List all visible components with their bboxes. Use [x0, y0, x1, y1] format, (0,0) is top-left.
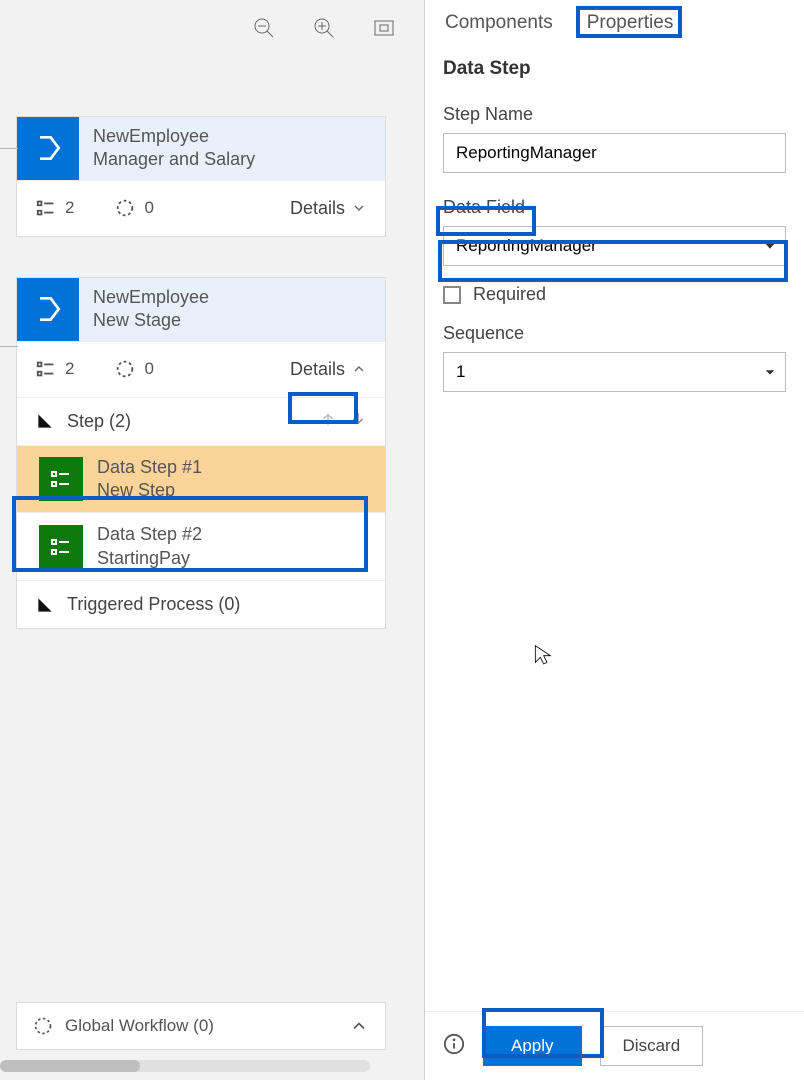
data-field-label: Data Field: [443, 197, 786, 218]
steps-count-value: 2: [65, 359, 74, 379]
steps-section-header[interactable]: Step (2): [17, 397, 385, 445]
global-workflow-label: Global Workflow (0): [65, 1016, 214, 1036]
triggered-section-label: Triggered Process (0): [67, 594, 240, 615]
panel-footer: Apply Discard: [425, 1011, 804, 1080]
details-label: Details: [290, 359, 345, 380]
connector-line: [0, 148, 18, 149]
fit-to-screen-icon[interactable]: [372, 16, 396, 45]
details-label: Details: [290, 198, 345, 219]
process-count-value: 0: [144, 359, 153, 379]
process-count: 0: [114, 358, 153, 380]
stage-chevron-icon: [17, 278, 79, 341]
stage-entity-label: NewEmployee: [93, 286, 209, 309]
stage-entity-label: NewEmployee: [93, 125, 255, 148]
triggered-section-header[interactable]: Triggered Process (0): [17, 580, 385, 628]
properties-panel: Components Properties Data Step Step Nam…: [424, 0, 804, 1080]
step-name-input[interactable]: [443, 133, 786, 173]
step-subtitle: New Step: [97, 479, 202, 502]
sequence-select[interactable]: 1: [443, 352, 786, 392]
step-title: Data Step #2: [97, 523, 202, 546]
stage-title: NewEmployee New Stage: [79, 278, 221, 341]
panel-body: Data Step Step Name Data Field Reporting…: [425, 38, 804, 1011]
required-checkbox-row[interactable]: Required: [443, 284, 786, 305]
step-subtitle: StartingPay: [97, 547, 202, 570]
global-workflow-bar[interactable]: Global Workflow (0): [16, 1002, 386, 1050]
canvas-toolbar: [0, 0, 424, 60]
designer-canvas: NewEmployee Manager and Salary 2 0 Detai…: [0, 0, 424, 1080]
tab-components[interactable]: Components: [443, 8, 555, 38]
step-tile[interactable]: Data Step #1 New Step: [17, 445, 385, 513]
step-title: Data Step #1: [97, 456, 202, 479]
info-icon[interactable]: [443, 1033, 465, 1060]
step-text: Data Step #1 New Step: [97, 456, 202, 503]
collapse-icon: [35, 411, 55, 431]
data-step-icon: [39, 457, 83, 501]
stage-header[interactable]: NewEmployee New Stage: [17, 278, 385, 341]
details-toggle[interactable]: Details: [290, 198, 367, 219]
stage-name-label: New Stage: [93, 309, 209, 332]
move-up-icon[interactable]: [319, 410, 337, 433]
sequence-label: Sequence: [443, 323, 786, 344]
tab-properties[interactable]: Properties: [585, 8, 676, 38]
stage-header[interactable]: NewEmployee Manager and Salary: [17, 117, 385, 180]
zoom-in-icon[interactable]: [312, 16, 336, 45]
discard-button[interactable]: Discard: [600, 1026, 704, 1066]
stage-stats-row: 2 0 Details: [17, 180, 385, 236]
process-count-value: 0: [144, 198, 153, 218]
chevron-up-icon: [349, 1016, 369, 1036]
data-step-icon: [39, 525, 83, 569]
panel-heading: Data Step: [443, 58, 786, 80]
data-field-value: ReportingManager: [456, 236, 597, 256]
horizontal-scrollbar[interactable]: [0, 1060, 420, 1072]
panel-tabs: Components Properties: [425, 0, 804, 38]
sequence-value: 1: [456, 362, 465, 382]
step-text: Data Step #2 StartingPay: [97, 523, 202, 570]
step-name-label: Step Name: [443, 104, 786, 125]
zoom-out-icon[interactable]: [252, 16, 276, 45]
checkbox-icon[interactable]: [443, 286, 461, 304]
step-tile[interactable]: Data Step #2 StartingPay: [17, 512, 385, 580]
steps-count-value: 2: [65, 198, 74, 218]
connector-line: [0, 346, 18, 347]
stage-card[interactable]: NewEmployee New Stage 2 0 Details: [16, 277, 386, 629]
process-count: 0: [114, 197, 153, 219]
data-field-select[interactable]: ReportingManager: [443, 226, 786, 266]
details-toggle[interactable]: Details: [290, 359, 367, 380]
required-label: Required: [473, 284, 546, 305]
stage-card[interactable]: NewEmployee Manager and Salary 2 0 Detai…: [16, 116, 386, 237]
stage-title: NewEmployee Manager and Salary: [79, 117, 267, 180]
steps-section-label: Step (2): [67, 411, 131, 432]
stage-chevron-icon: [17, 117, 79, 180]
stage-stats-row: 2 0 Details: [17, 341, 385, 397]
steps-count: 2: [35, 358, 74, 380]
move-down-icon[interactable]: [349, 410, 367, 433]
stage-name-label: Manager and Salary: [93, 148, 255, 171]
apply-button[interactable]: Apply: [483, 1026, 582, 1066]
collapse-icon: [35, 595, 55, 615]
steps-count: 2: [35, 197, 74, 219]
